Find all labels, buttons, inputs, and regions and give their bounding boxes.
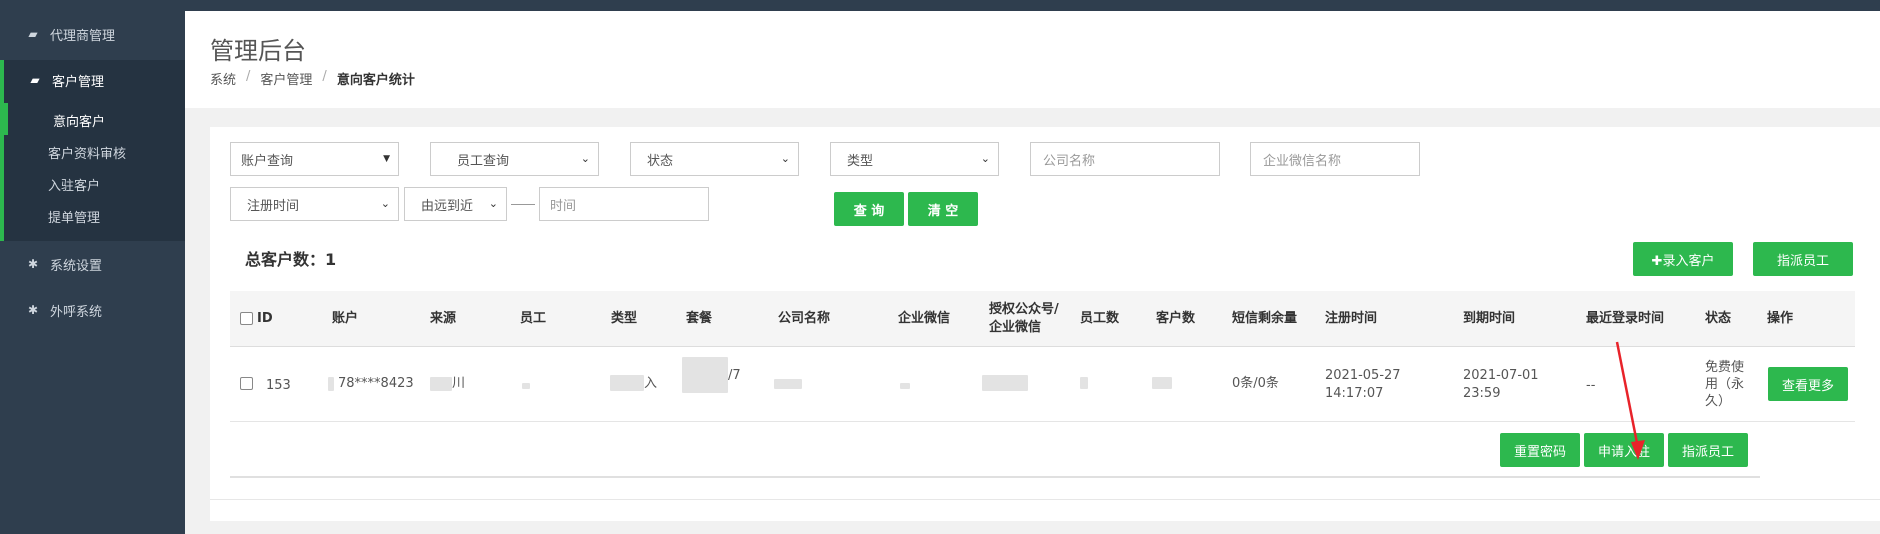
annotation-arrow-icon (1615, 341, 1645, 460)
